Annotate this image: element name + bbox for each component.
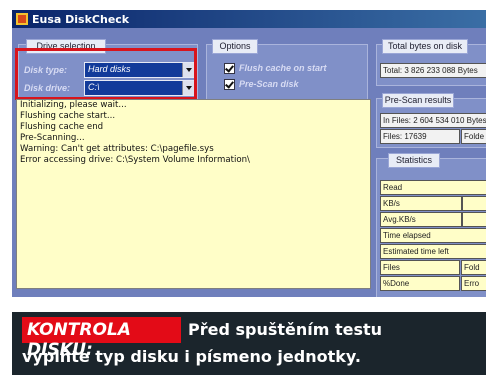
log-line: Initializing, please wait...	[20, 100, 127, 110]
stat-read-field: Read	[380, 180, 486, 195]
stat-time-left-field: Estimated time left	[380, 244, 486, 259]
stat-avg-kbs-field: Avg.KB/s	[380, 212, 462, 227]
total-bytes-field: Total: 3 826 233 088 Bytes	[380, 63, 486, 78]
prescan-label: Pre-Scan results	[382, 93, 454, 108]
options-label: Options	[212, 39, 258, 54]
title-bar: Eusa DiskCheck	[12, 10, 486, 28]
prescan-folders-field: Folde	[461, 129, 486, 144]
highlight-frame	[15, 48, 197, 100]
stat-done-field: %Done	[380, 276, 460, 291]
window-title: Eusa DiskCheck	[32, 13, 130, 26]
caption-line-1: Před spuštěním testu	[188, 320, 383, 339]
stat-kbs-field: KB/s	[380, 196, 462, 211]
prescan-files-field: Files: 17639	[380, 129, 460, 144]
log-area[interactable]: Initializing, please wait... Flushing ca…	[16, 99, 371, 289]
log-line: Flushing cache start...	[20, 111, 116, 121]
flush-cache-label: Flush cache on start	[239, 63, 327, 73]
log-line: Warning: Can't get attributes: C:\pagefi…	[20, 144, 214, 154]
log-line: Error accessing drive: C:\System Volume …	[20, 155, 250, 165]
stat-kbs-value	[462, 196, 486, 211]
app-icon	[16, 13, 28, 25]
pre-scan-label: Pre-Scan disk	[239, 79, 299, 89]
prescan-in-files-field: In Files: 2 604 534 010 Bytes	[380, 113, 486, 128]
caption-highlight: KONTROLA DISKU:	[22, 317, 181, 360]
pre-scan-checkbox[interactable]	[224, 79, 235, 90]
statistics-label: Statistics	[388, 153, 440, 168]
log-line: Flushing cache end	[20, 122, 104, 132]
flush-cache-checkbox[interactable]	[224, 63, 235, 74]
stat-time-elapsed-field: Time elapsed	[380, 228, 486, 243]
caption-line-2: vyplňte typ disku i písmeno jednotky.	[22, 347, 361, 366]
total-bytes-label: Total bytes on disk	[382, 39, 468, 54]
log-line: Pre-Scanning...	[20, 133, 85, 143]
stat-folders-field: Fold	[461, 260, 486, 275]
screenshot-frame: Eusa DiskCheck Drive selection Disk type…	[0, 0, 486, 385]
stat-errors-field: Erro	[461, 276, 486, 291]
stat-avg-kbs-value	[462, 212, 486, 227]
stat-files-field: Files	[380, 260, 460, 275]
